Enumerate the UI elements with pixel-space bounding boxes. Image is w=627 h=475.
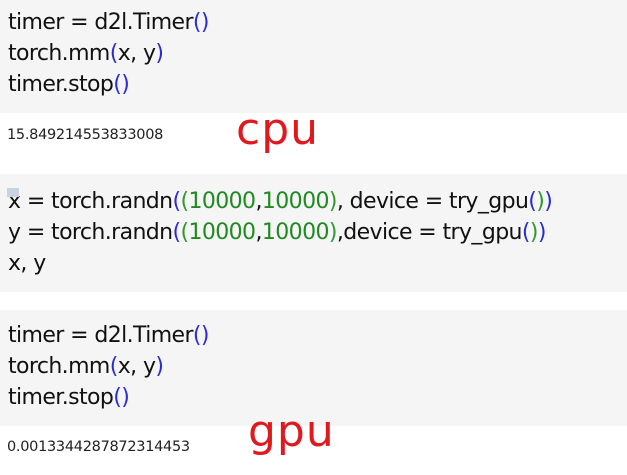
- cell-output-cpu-time: 15.849214553833008: [7, 127, 164, 143]
- annotation-gpu: gpu: [248, 406, 335, 457]
- code-line: timer.stop(): [8, 72, 130, 97]
- code-line: x, y: [8, 251, 46, 276]
- cell-output-gpu-time: 0.0013344287872314453: [7, 439, 190, 455]
- code-line: torch.mm(x, y): [8, 41, 164, 66]
- code-cell-timer-cpu[interactable]: timer = d2l.Timer() torch.mm(x, y) timer…: [0, 0, 627, 113]
- code-line: y = torch.randn((10000,10000),device = t…: [8, 220, 546, 245]
- code-line: timer = d2l.Timer(): [8, 323, 209, 348]
- code-line: torch.mm(x, y): [8, 354, 164, 379]
- code-line: x = torch.randn((10000,10000), device = …: [8, 189, 553, 214]
- code-line: timer = d2l.Timer(): [8, 10, 209, 35]
- text-cursor-marker: [7, 188, 19, 197]
- annotation-cpu: cpu: [236, 104, 320, 155]
- code-cell-randn[interactable]: x = torch.randn((10000,10000), device = …: [0, 174, 627, 292]
